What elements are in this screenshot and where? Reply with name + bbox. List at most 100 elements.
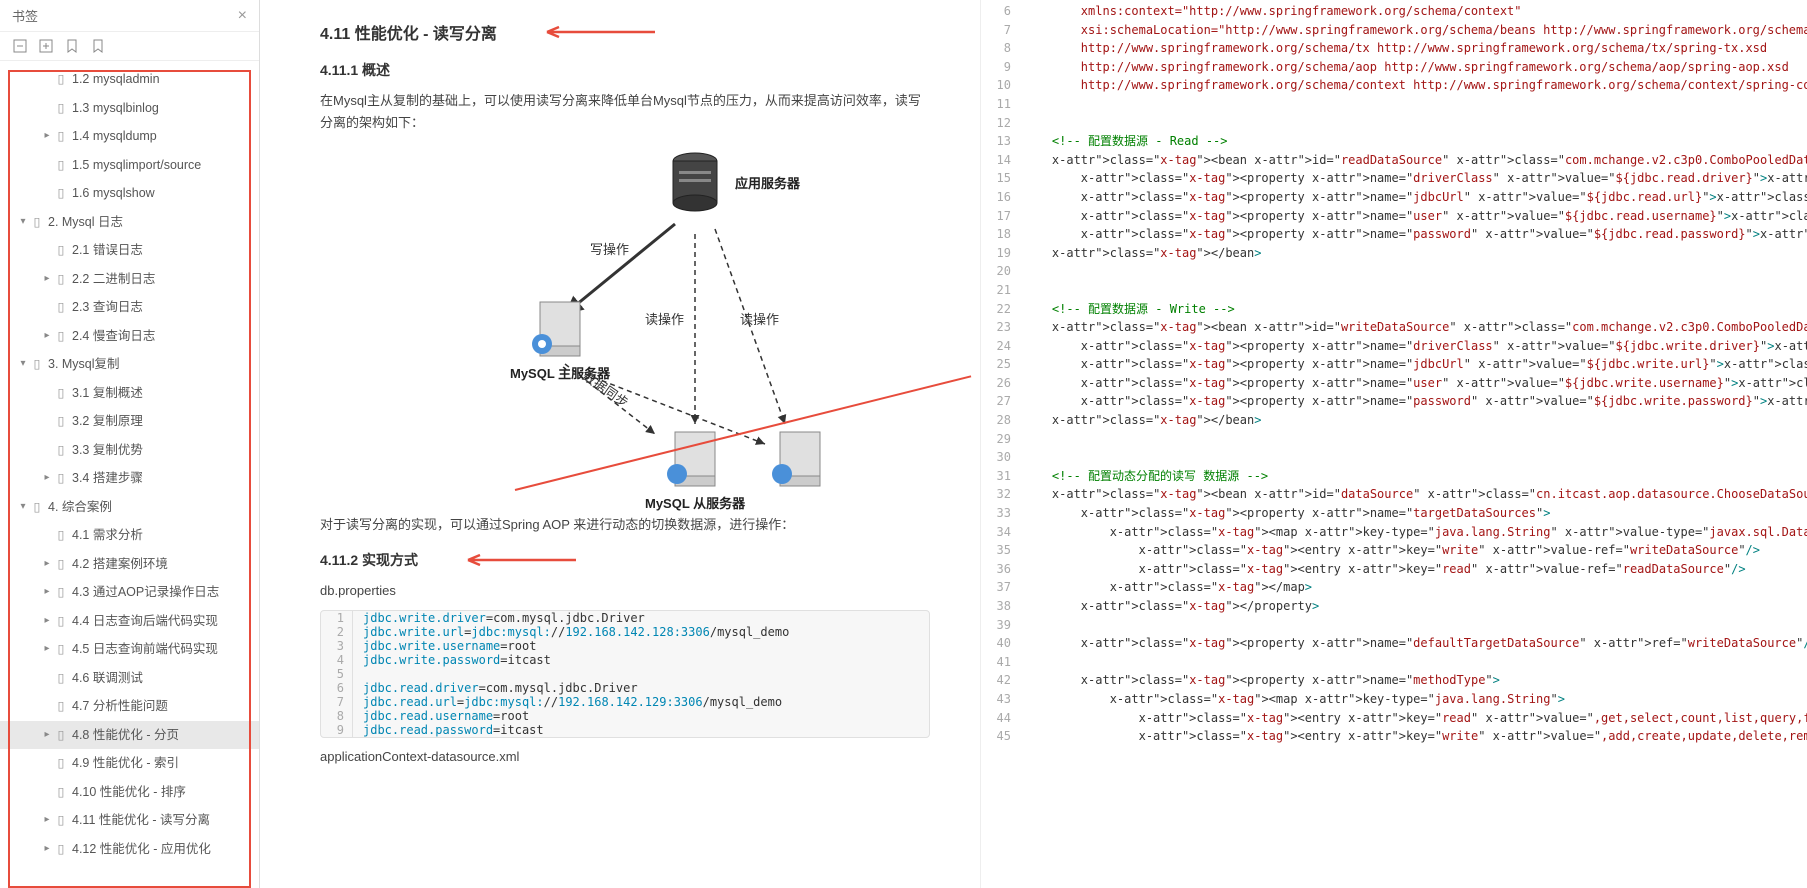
tree-item[interactable]: ▯3.1 复制概述 <box>0 379 259 408</box>
heading-text: 4.11.2 实现方式 <box>320 550 418 570</box>
bookmark-icon: ▯ <box>54 524 68 547</box>
tree-item[interactable]: ▯4.9 性能优化 - 索引 <box>0 749 259 778</box>
caret-icon: ▸ <box>40 612 54 630</box>
bookmark-icon: ▯ <box>54 182 68 205</box>
bookmark-icon: ▯ <box>54 695 68 718</box>
collapse-all-icon[interactable] <box>12 38 28 54</box>
tree-item-label: 1.6 mysqlshow <box>72 182 251 205</box>
tree-item[interactable]: ▸▯4.8 性能优化 - 分页 <box>0 721 259 750</box>
tree-item-label: 2.3 查询日志 <box>72 296 251 319</box>
code-block-properties[interactable]: 1jdbc.write.driver=com.mysql.jdbc.Driver… <box>320 610 930 738</box>
tree-item[interactable]: ▯2.3 查询日志 <box>0 293 259 322</box>
tree-item[interactable]: ▯2.1 错误日志 <box>0 236 259 265</box>
tree-item[interactable]: ▸▯4.4 日志查询后端代码实现 <box>0 607 259 636</box>
close-icon[interactable]: × <box>238 7 247 25</box>
bookmark-icon: ▯ <box>30 211 44 234</box>
bookmark-icon: ▯ <box>54 724 68 747</box>
filename-label: db.properties <box>320 580 930 602</box>
caret-icon: ▾ <box>16 498 30 516</box>
tree-item-label: 1.3 mysqlbinlog <box>72 97 251 120</box>
code-line: 23 x-attr">class="x-tag"><bean x-attr">i… <box>981 318 1807 337</box>
code-line: 7 xsi:schemaLocation="http://www.springf… <box>981 21 1807 40</box>
bookmark-icon: ▯ <box>54 667 68 690</box>
code-panel-xml[interactable]: 6 xmlns:context="http://www.springframew… <box>980 0 1807 888</box>
tree-item[interactable]: ▯1.6 mysqlshow <box>0 179 259 208</box>
tree-item-label: 2.2 二进制日志 <box>72 268 251 291</box>
tree-item[interactable]: ▸▯4.11 性能优化 - 读写分离 <box>0 806 259 835</box>
code-line: 8 http://www.springframework.org/schema/… <box>981 39 1807 58</box>
code-line: 26 x-attr">class="x-tag"><property x-att… <box>981 374 1807 393</box>
code-line: 31 <!-- 配置动态分配的读写 数据源 --> <box>981 467 1807 486</box>
code-line: 35 x-attr">class="x-tag"><entry x-attr">… <box>981 541 1807 560</box>
tree-item-label: 4.3 通过AOP记录操作日志 <box>72 581 251 604</box>
tree-item-label: 4.7 分析性能问题 <box>72 695 251 718</box>
caret-icon: ▸ <box>40 555 54 573</box>
tree-item-label: 3.4 搭建步骤 <box>72 467 251 490</box>
tree-item[interactable]: ▯4.6 联调测试 <box>0 664 259 693</box>
diagram-node-app <box>665 149 725 219</box>
code-line: 10 http://www.springframework.org/schema… <box>981 76 1807 95</box>
tree-item-label: 3.3 复制优势 <box>72 439 251 462</box>
subsection-heading: 4.11.2 实现方式 <box>320 550 930 570</box>
bookmark-icon: ▯ <box>54 325 68 348</box>
heading-text: 4.11 性能优化 - 读写分离 <box>320 20 497 44</box>
code-line: 42 x-attr">class="x-tag"><property x-att… <box>981 671 1807 690</box>
bookmark-icon: ▯ <box>54 809 68 832</box>
code-line: 6 xmlns:context="http://www.springframew… <box>981 2 1807 21</box>
subsection-heading: 4.11.1 概述 <box>320 60 930 80</box>
tree-item[interactable]: ▯3.3 复制优势 <box>0 436 259 465</box>
code-line: 15 x-attr">class="x-tag"><property x-att… <box>981 169 1807 188</box>
code-line: 30 <box>981 448 1807 467</box>
filename-label: applicationContext-datasource.xml <box>320 746 930 768</box>
tree-item-label: 4.6 联调测试 <box>72 667 251 690</box>
diagram-node-slave1: MySQL 从服务器 <box>645 424 745 513</box>
bookmark-icon: ▯ <box>30 496 44 519</box>
tree-item[interactable]: ▯3.2 复制原理 <box>0 407 259 436</box>
tree-item[interactable]: ▯4.1 需求分析 <box>0 521 259 550</box>
bookmark-icon[interactable] <box>64 38 80 54</box>
architecture-diagram: 应用服务器 MySQL 主服务器 MySQL 从服务器 写操作 读操作 读操作 … <box>395 144 855 494</box>
bookmark-outline-icon[interactable] <box>90 38 106 54</box>
tree-item-label: 4.5 日志查询前端代码实现 <box>72 638 251 661</box>
section-heading: 4.11 性能优化 - 读写分离 <box>320 20 930 44</box>
diagram-text-write: 写操作 <box>590 239 629 258</box>
tree-item[interactable]: ▸▯4.3 通过AOP记录操作日志 <box>0 578 259 607</box>
code-line: 16 x-attr">class="x-tag"><property x-att… <box>981 188 1807 207</box>
tree-item-label: 4.2 搭建案例环境 <box>72 553 251 576</box>
tree-item[interactable]: ▸▯2.2 二进制日志 <box>0 265 259 294</box>
tree-item[interactable]: ▸▯4.2 搭建案例环境 <box>0 550 259 579</box>
tree-item-label: 3. Mysql复制 <box>48 353 251 376</box>
bookmarks-tree[interactable]: ▯1.2 mysqladmin▯1.3 mysqlbinlog▸▯1.4 mys… <box>0 61 259 888</box>
bookmark-icon: ▯ <box>54 610 68 633</box>
bookmark-icon: ▯ <box>54 97 68 120</box>
tree-item[interactable]: ▸▯2.4 慢查询日志 <box>0 322 259 351</box>
code-line: 39 <box>981 616 1807 635</box>
tree-item[interactable]: ▾▯2. Mysql 日志 <box>0 208 259 237</box>
code-line: 32 x-attr">class="x-tag"><bean x-attr">i… <box>981 485 1807 504</box>
paragraph: 在Mysql主从复制的基础上，可以使用读写分离来降低单台Mysql节点的压力，从… <box>320 90 930 134</box>
diagram-node-slave2 <box>770 424 830 494</box>
tree-item[interactable]: ▸▯4.5 日志查询前端代码实现 <box>0 635 259 664</box>
tree-item[interactable]: ▾▯4. 综合案例 <box>0 493 259 522</box>
tree-item[interactable]: ▯4.10 性能优化 - 排序 <box>0 778 259 807</box>
tree-item[interactable]: ▸▯3.4 搭建步骤 <box>0 464 259 493</box>
tree-item[interactable]: ▾▯3. Mysql复制 <box>0 350 259 379</box>
code-line: 18 x-attr">class="x-tag"><property x-att… <box>981 225 1807 244</box>
expand-icon[interactable] <box>38 38 54 54</box>
bookmark-icon: ▯ <box>54 752 68 775</box>
bookmark-icon: ▯ <box>54 125 68 148</box>
tree-item[interactable]: ▯1.3 mysqlbinlog <box>0 94 259 123</box>
document-content[interactable]: 4.11 性能优化 - 读写分离 4.11.1 概述 在Mysql主从复制的基础… <box>260 0 980 888</box>
tree-item-label: 4.4 日志查询后端代码实现 <box>72 610 251 633</box>
tree-item-label: 2.4 慢查询日志 <box>72 325 251 348</box>
caret-icon: ▸ <box>40 726 54 744</box>
tree-item[interactable]: ▯4.7 分析性能问题 <box>0 692 259 721</box>
caret-icon: ▸ <box>40 811 54 829</box>
bookmarks-sidebar: 书签 × ▯1.2 mysqladmin▯1.3 mysqlbinlog▸▯1.… <box>0 0 260 888</box>
tree-item[interactable]: ▯1.2 mysqladmin <box>0 65 259 94</box>
bookmark-icon: ▯ <box>54 68 68 91</box>
tree-item[interactable]: ▯1.5 mysqlimport/source <box>0 151 259 180</box>
tree-item[interactable]: ▸▯1.4 mysqldump <box>0 122 259 151</box>
bookmark-icon: ▯ <box>54 439 68 462</box>
tree-item[interactable]: ▸▯4.12 性能优化 - 应用优化 <box>0 835 259 864</box>
